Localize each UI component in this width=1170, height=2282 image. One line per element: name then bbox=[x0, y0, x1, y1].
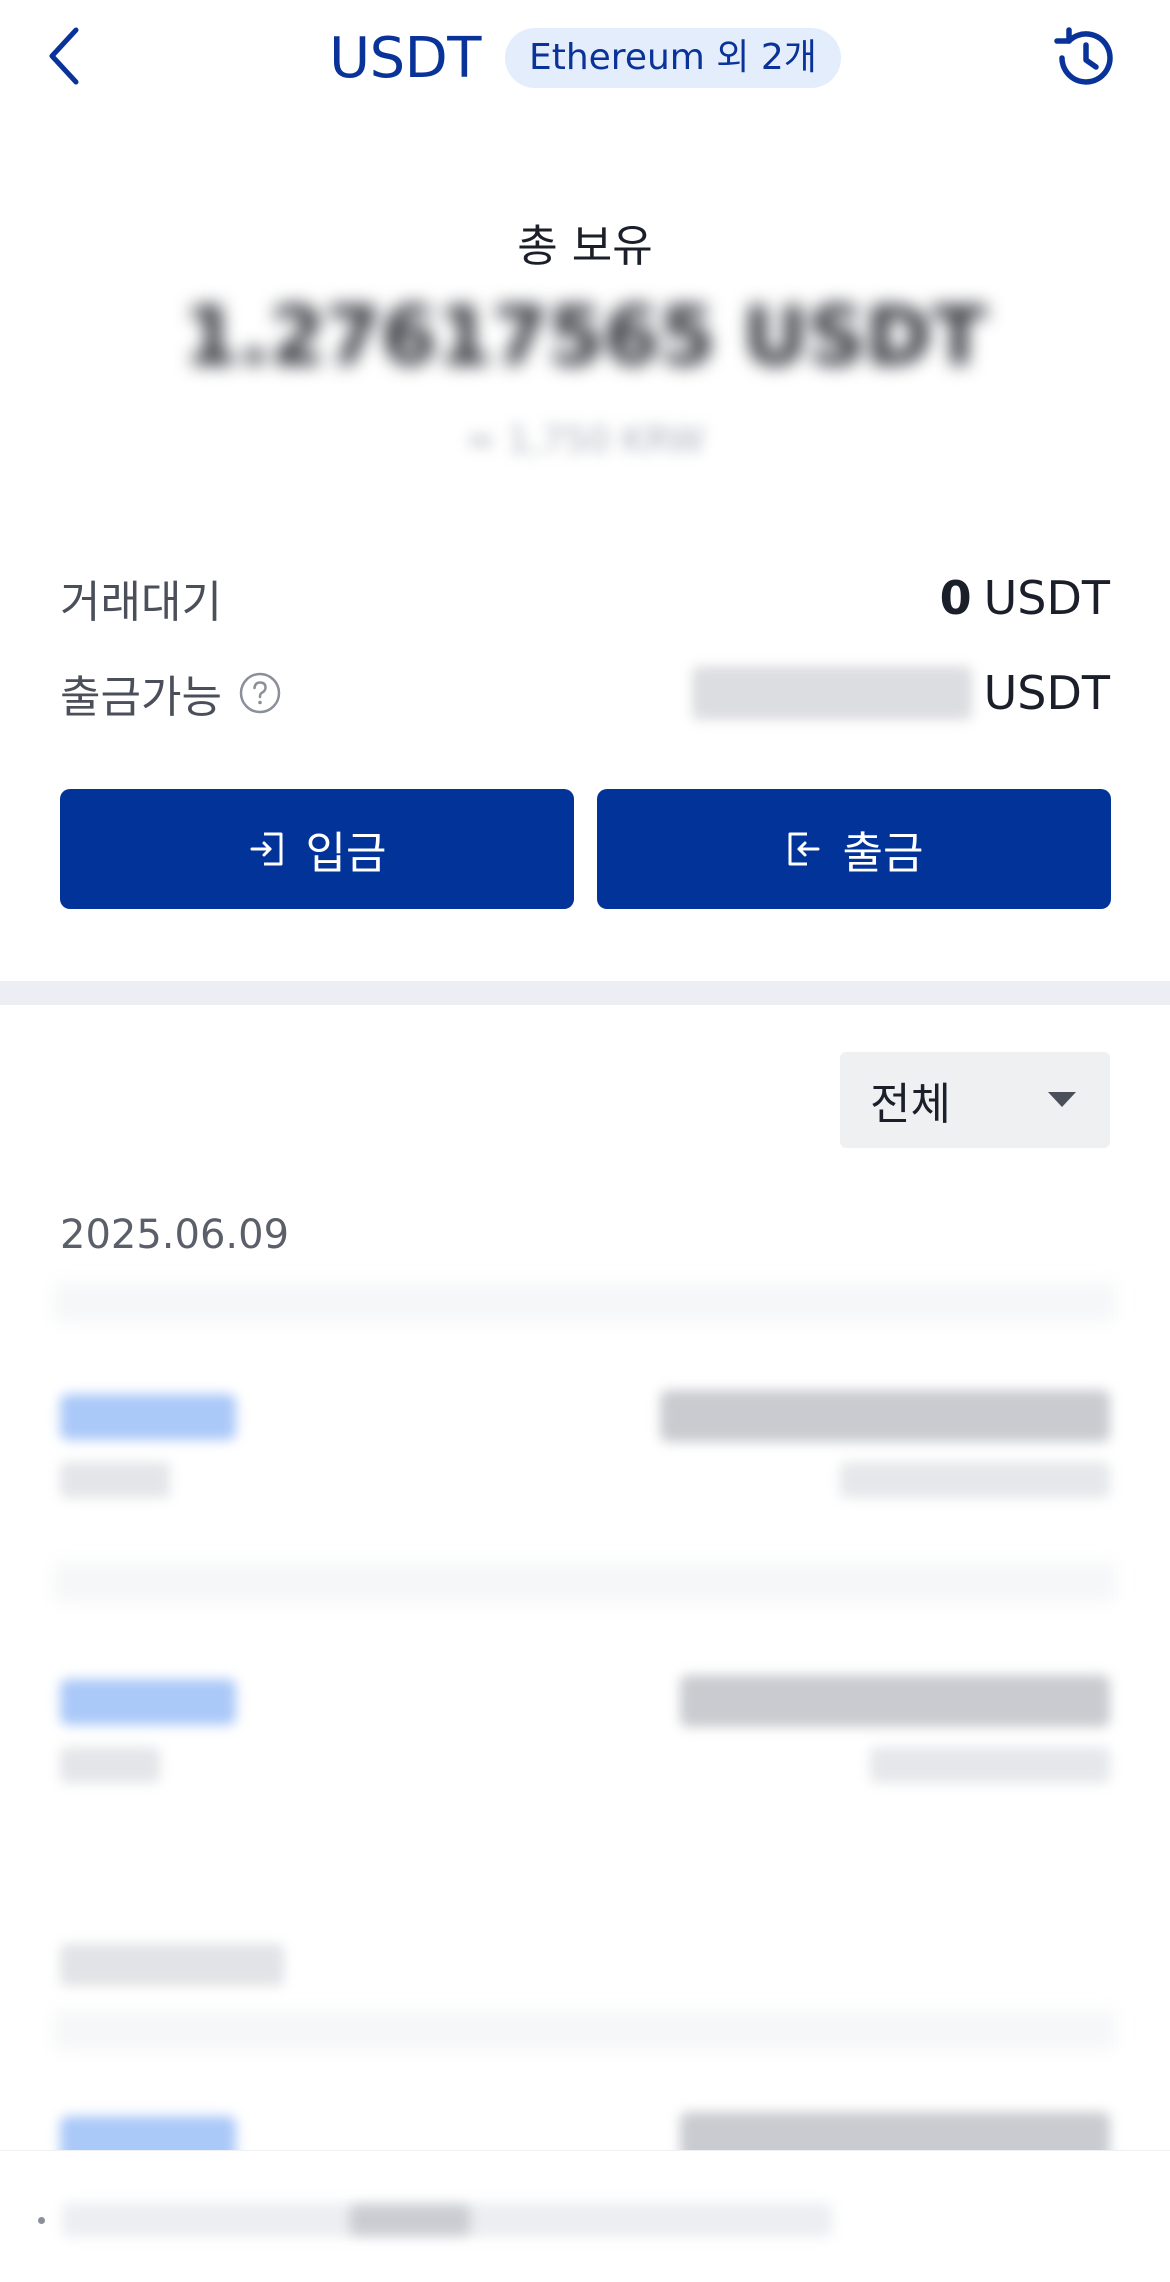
withdrawable-unit: USDT bbox=[983, 666, 1110, 720]
date-header: 2025.06.09 bbox=[60, 1212, 290, 1258]
transaction-row[interactable] bbox=[60, 1655, 1110, 1805]
withdrawable-label: 출금가능 bbox=[60, 672, 222, 723]
deposit-icon bbox=[250, 832, 283, 866]
history-button[interactable] bbox=[1046, 20, 1122, 96]
transaction-status-obscured bbox=[60, 1462, 170, 1498]
withdrawable-value-group: USDT bbox=[691, 666, 1110, 720]
date-header-obscured bbox=[60, 1944, 284, 1986]
deposit-button[interactable]: 입금 bbox=[60, 789, 574, 909]
transaction-status-obscured bbox=[60, 1747, 160, 1783]
title-group: USDT Ethereum 외 2개 bbox=[0, 18, 1170, 98]
withdraw-label: 출금 bbox=[842, 828, 924, 879]
bullet-icon bbox=[38, 2217, 45, 2224]
withdrawable-label-group: 출금가능 bbox=[60, 661, 282, 725]
row-separator bbox=[54, 1282, 1116, 1322]
transaction-amount-obscured bbox=[660, 1390, 1110, 1442]
page-title: USDT bbox=[329, 25, 481, 91]
section-divider bbox=[0, 981, 1170, 1005]
transaction-type-obscured bbox=[60, 1679, 236, 1725]
transaction-krw-obscured bbox=[870, 1747, 1110, 1783]
pending-row: 거래대기 0 USDT bbox=[60, 563, 1110, 633]
filter-selected: 전체 bbox=[870, 1079, 951, 1130]
row-separator bbox=[54, 2010, 1116, 2050]
transaction-type-obscured bbox=[60, 1394, 236, 1440]
transaction-row[interactable] bbox=[60, 1370, 1110, 1520]
filter-dropdown[interactable]: 전체 bbox=[840, 1052, 1110, 1148]
notice-link-obscured[interactable] bbox=[350, 2205, 470, 2235]
pending-value: 0 bbox=[939, 571, 972, 625]
total-holdings-amount: 1.27617565 USDT bbox=[183, 290, 987, 383]
pending-value-group: 0 USDT bbox=[940, 571, 1110, 625]
help-icon[interactable] bbox=[238, 671, 282, 715]
row-separator bbox=[54, 1562, 1116, 1602]
withdrawable-row: 출금가능 USDT bbox=[60, 658, 1110, 728]
network-badge[interactable]: Ethereum 외 2개 bbox=[504, 28, 841, 88]
total-holdings-krw: ≈ 1,750 KRW bbox=[465, 420, 705, 461]
total-holdings-label: 총 보유 bbox=[517, 221, 653, 272]
top-bar: USDT Ethereum 외 2개 bbox=[0, 0, 1170, 116]
pending-label: 거래대기 bbox=[60, 577, 222, 628]
caret-down-icon bbox=[1048, 1092, 1076, 1107]
withdrawable-amount-obscured bbox=[691, 666, 972, 720]
footer-notice bbox=[0, 2150, 1170, 2282]
withdraw-button[interactable]: 출금 bbox=[597, 789, 1111, 909]
history-clock-icon bbox=[1054, 27, 1113, 85]
deposit-label: 입금 bbox=[305, 828, 387, 879]
pending-unit: USDT bbox=[983, 571, 1110, 625]
withdraw-icon bbox=[788, 832, 820, 866]
transaction-amount-obscured bbox=[680, 1675, 1110, 1727]
transaction-krw-obscured bbox=[840, 1462, 1110, 1498]
